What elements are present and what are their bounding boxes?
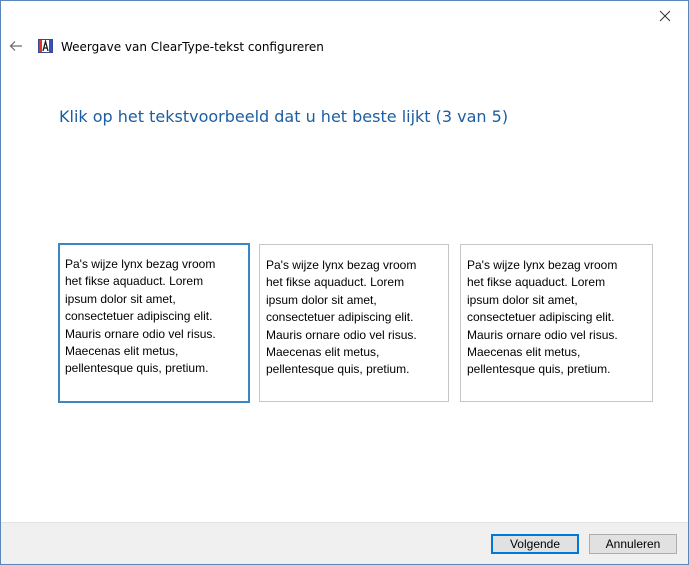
- page-instruction: Klik op het tekstvoorbeeld dat u het bes…: [59, 107, 509, 126]
- window-title: Weergave van ClearType-tekst configurere…: [61, 40, 324, 54]
- close-button[interactable]: [642, 1, 688, 31]
- text-sample-1[interactable]: Pa's wijze lynx bezag vroom het fikse aq…: [58, 243, 250, 403]
- text-sample-3[interactable]: Pa's wijze lynx bezag vroom het fikse aq…: [460, 244, 653, 402]
- sample-line: Pa's wijze lynx bezag vroom: [266, 258, 417, 272]
- close-icon: [659, 10, 671, 22]
- sample-line: ipsum dolor sit amet,: [467, 292, 578, 307]
- sample-line: het fikse aquaduct. Lorem: [467, 275, 606, 290]
- sample-line: het fikse aquaduct. Lorem: [65, 274, 204, 289]
- sample-line: pellentesque quis, pretium.: [65, 361, 209, 376]
- sample-line: pellentesque quis, pretium.: [467, 362, 611, 377]
- sample-line: Maecenas elit metus,: [467, 345, 581, 360]
- text-sample-2[interactable]: Pa's wijze lynx bezag vroom het fikse aq…: [259, 244, 449, 402]
- sample-line: Mauris ornare odio vel risus.: [467, 327, 618, 342]
- sample-line: Mauris ornare odio vel risus.: [65, 326, 216, 341]
- sample-line: Maecenas elit metus,: [266, 345, 380, 360]
- arrow-left-icon: [9, 41, 22, 51]
- sample-line: consectetuer adipiscing elit.: [266, 310, 414, 325]
- sample-line: consectetuer adipiscing elit.: [65, 309, 213, 324]
- next-button[interactable]: Volgende: [491, 534, 579, 554]
- sample-line: Pa's wijze lynx bezag vroom: [65, 257, 216, 271]
- dialog-window: Weergave van ClearType-tekst configurere…: [0, 0, 689, 565]
- sample-line: consectetuer adipiscing elit.: [467, 310, 615, 325]
- cancel-button[interactable]: Annuleren: [589, 534, 677, 554]
- sample-line: Pa's wijze lynx bezag vroom: [467, 258, 618, 272]
- sample-line: pellentesque quis, pretium.: [266, 362, 410, 377]
- sample-line: het fikse aquaduct. Lorem: [266, 275, 405, 290]
- dialog-footer: Volgende Annuleren: [1, 522, 688, 564]
- sample-line: ipsum dolor sit amet,: [266, 292, 377, 307]
- back-button[interactable]: [5, 35, 27, 57]
- sample-line: ipsum dolor sit amet,: [65, 291, 176, 306]
- sample-line: Mauris ornare odio vel risus.: [266, 327, 417, 342]
- sample-line: Maecenas elit metus,: [65, 344, 179, 359]
- cleartype-icon: [38, 39, 53, 53]
